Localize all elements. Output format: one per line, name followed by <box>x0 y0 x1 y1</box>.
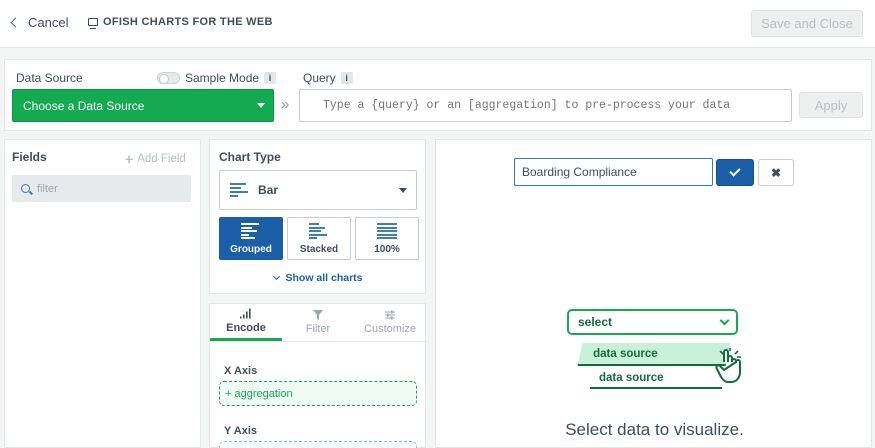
chevron-down-icon <box>719 315 730 326</box>
info-icon[interactable]: i <box>264 72 277 84</box>
cancel-label: Cancel <box>28 15 69 30</box>
field-filter-input[interactable]: filter <box>12 175 191 202</box>
stacked-bar-icon <box>309 223 329 239</box>
add-field-label: Add Field <box>137 153 186 165</box>
empty-state-message: Select data to visualize. <box>565 420 744 439</box>
data-source-select[interactable]: Choose a Data Source <box>12 89 274 122</box>
y-axis-label: Y Axis <box>224 425 258 437</box>
sample-mode-toggle[interactable] <box>157 72 180 84</box>
sliders-icon <box>385 310 395 320</box>
apply-button[interactable]: Apply <box>799 92 863 118</box>
tab-label: Encode <box>226 322 266 334</box>
show-all-label: Show all charts <box>285 272 363 284</box>
variant-100-percent[interactable]: 100% <box>355 217 419 260</box>
pointer-hand-icon <box>715 348 741 383</box>
top-bar: Cancel OFISH CHARTS FOR THE WEB Save and… <box>0 0 875 48</box>
info-icon[interactable]: i <box>340 72 353 84</box>
grouped-bar-icon <box>241 223 261 239</box>
bar-signal-icon <box>240 308 251 319</box>
cancel-title-button[interactable]: ✖ <box>758 159 794 186</box>
data-source-panel: Data Source Sample Mode i Choose a Data … <box>4 59 872 131</box>
confirm-title-button[interactable] <box>716 159 754 186</box>
chart-type-title: Chart Type <box>219 150 281 164</box>
monitor-icon <box>88 18 98 29</box>
y-axis-drop-zone[interactable] <box>219 441 417 448</box>
close-icon: ✖ <box>770 165 782 180</box>
document-title-text: OFISH CHARTS FOR THE WEB <box>103 16 273 28</box>
chart-type-select[interactable]: Bar <box>219 170 417 210</box>
variant-label: 100% <box>374 244 400 255</box>
data-source-select-value: Choose a Data Source <box>23 98 145 113</box>
fields-panel: Fields + Add Field filter <box>4 139 201 448</box>
chart-type-panel: Chart Type Bar Grouped Stacked 100% Show… <box>209 139 426 294</box>
query-input[interactable] <box>299 89 792 122</box>
sample-mode: Sample Mode i <box>157 71 277 85</box>
caret-down-icon <box>399 188 407 193</box>
chart-variants: Grouped Stacked 100% <box>219 217 419 260</box>
illustration-option-label: data source <box>593 347 658 360</box>
empty-state-illustration: select data source data source <box>566 308 746 390</box>
field-filter-placeholder: filter <box>37 182 58 195</box>
variant-label: Stacked <box>299 244 339 255</box>
tab-label: Filter <box>305 323 331 335</box>
illustration-select: select <box>567 309 738 335</box>
tab-encode[interactable]: Encode <box>210 304 282 341</box>
x-axis-drop-zone[interactable]: + aggregation <box>219 381 417 406</box>
show-all-charts-link[interactable]: Show all charts <box>210 272 427 284</box>
add-field-button[interactable]: + Add Field <box>125 151 186 167</box>
chevron-down-icon <box>273 272 281 281</box>
query-label-text: Query <box>303 71 336 85</box>
percent-bar-icon <box>377 223 397 239</box>
double-chevron-icon: » <box>281 96 290 113</box>
check-icon <box>729 164 741 177</box>
illustration-option-highlighted: data source <box>577 343 731 366</box>
variant-grouped[interactable]: Grouped <box>219 217 283 260</box>
chart-title-input[interactable] <box>514 158 713 186</box>
tab-filter[interactable]: Filter <box>282 304 354 341</box>
variant-label: Grouped <box>230 244 272 255</box>
funnel-icon <box>313 310 323 320</box>
sample-mode-label: Sample Mode <box>185 71 260 85</box>
x-axis-label: X Axis <box>224 365 258 377</box>
illustration-select-label: select <box>578 315 613 329</box>
fields-title: Fields <box>12 150 47 164</box>
query-label: Query i <box>303 71 353 85</box>
encode-tabs: Encode Filter Customize <box>210 304 427 342</box>
variant-stacked[interactable]: Stacked <box>287 217 351 260</box>
data-source-label: Data Source <box>16 71 83 85</box>
encode-panel: Encode Filter Customize X Axis + aggrega… <box>209 303 427 448</box>
chart-type-value: Bar <box>258 183 279 197</box>
illustration-option: data source <box>590 369 722 389</box>
caret-down-icon <box>257 103 265 108</box>
plus-icon: + <box>125 151 134 167</box>
tab-customize[interactable]: Customize <box>354 304 426 341</box>
illustration-option-label: data source <box>599 372 664 384</box>
save-and-close-button[interactable]: Save and Close <box>751 10 863 37</box>
bar-chart-icon <box>230 183 248 197</box>
tab-label: Customize <box>364 323 416 335</box>
cancel-button[interactable]: Cancel <box>10 15 68 30</box>
chevron-left-icon <box>10 17 21 28</box>
chart-canvas: ✖ select data source data source Select … <box>435 139 872 448</box>
search-icon <box>21 184 30 193</box>
document-title: OFISH CHARTS FOR THE WEB <box>88 16 273 29</box>
